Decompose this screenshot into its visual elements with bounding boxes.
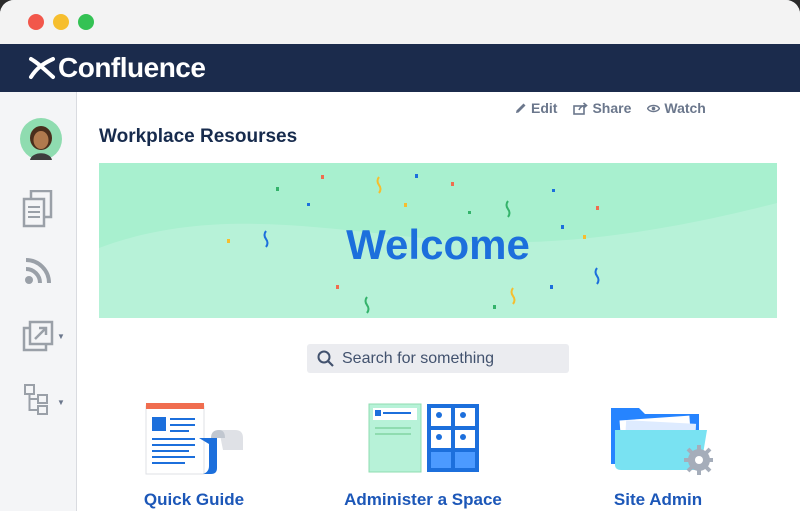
welcome-heading: Welcome xyxy=(346,221,530,268)
space-board-icon xyxy=(368,403,479,473)
edit-label: Edit xyxy=(531,100,558,116)
page-tree-dropdown-icon[interactable]: ▼ xyxy=(57,398,65,407)
minimize-window-button[interactable] xyxy=(53,14,69,30)
user-avatar[interactable] xyxy=(20,118,62,160)
sidebar: ▼ ▼ xyxy=(0,92,77,511)
close-window-button[interactable] xyxy=(28,14,44,30)
site-admin-tile[interactable]: Site Admin xyxy=(603,400,714,509)
search-icon xyxy=(317,350,334,367)
export-dropdown-icon[interactable]: ▼ xyxy=(57,332,65,341)
eye-icon xyxy=(647,104,661,112)
share-icon xyxy=(573,101,589,115)
feed-button[interactable] xyxy=(24,257,52,285)
edit-button[interactable]: Edit xyxy=(515,100,557,116)
share-label: Share xyxy=(592,100,632,116)
search-box[interactable] xyxy=(307,344,569,373)
pencil-icon xyxy=(516,103,526,113)
document-icon xyxy=(145,403,243,475)
page-tree-button[interactable] xyxy=(24,384,50,416)
watch-button[interactable]: Watch xyxy=(647,100,706,116)
confluence-logo-icon xyxy=(29,57,55,79)
app-name: Confluence xyxy=(58,52,206,83)
confluence-logo[interactable]: Confluence xyxy=(28,52,206,84)
page-actions: Edit Share Watch xyxy=(515,100,706,116)
app-window: Confluence ▼ ▼ Edit Share Watch Workplac… xyxy=(0,0,800,511)
administer-space-tile[interactable]: Administer a Space xyxy=(339,400,507,509)
window-titlebar xyxy=(0,0,800,44)
page-tree-icon xyxy=(24,384,48,415)
folder-gear-icon xyxy=(611,408,714,475)
main-content: Edit Share Watch Workplace Resourses Wel… xyxy=(77,92,800,511)
rss-feed-icon xyxy=(25,258,51,284)
avatar-icon xyxy=(20,118,62,160)
welcome-banner: Welcome xyxy=(99,163,777,318)
export-icon xyxy=(22,320,54,352)
site-admin-label: Site Admin xyxy=(613,490,703,509)
page-title: Workplace Resourses xyxy=(99,126,298,147)
export-button[interactable] xyxy=(22,320,54,352)
share-button[interactable]: Share xyxy=(573,100,631,116)
quick-guide-tile[interactable]: Quick Guide xyxy=(139,400,249,509)
quick-guide-label: Quick Guide xyxy=(143,490,245,509)
watch-label: Watch xyxy=(664,100,706,116)
pages-button[interactable] xyxy=(22,190,54,228)
top-navigation-bar: Confluence xyxy=(0,44,800,92)
administer-space-label: Administer a Space xyxy=(344,490,502,509)
maximize-window-button[interactable] xyxy=(78,14,94,30)
search-input[interactable] xyxy=(340,348,564,369)
pages-icon xyxy=(22,190,53,228)
